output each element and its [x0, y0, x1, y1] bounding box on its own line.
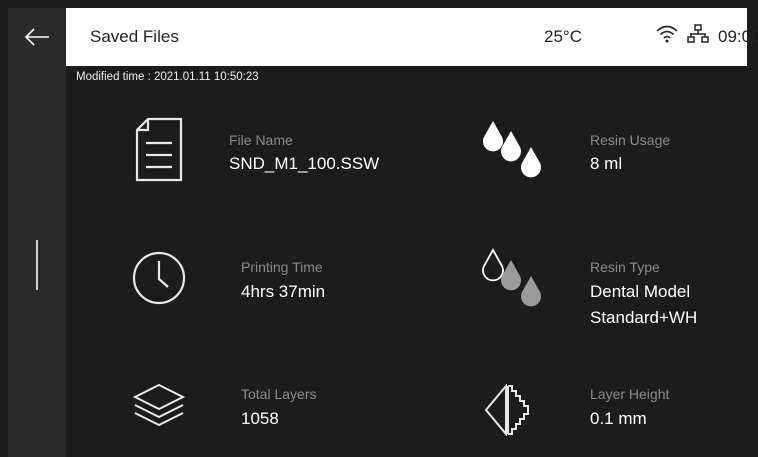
back-button[interactable]	[8, 8, 66, 66]
resin-type-drops-icon	[482, 248, 541, 307]
file-name-value: SND_M1_100.SSW	[229, 154, 380, 173]
page-title: Saved Files	[90, 27, 179, 46]
resin-type-line2: Standard+WH	[590, 308, 698, 327]
layer-height-value: 0.1 mm	[590, 409, 647, 428]
layer-height-icon	[484, 384, 529, 436]
scroll-indicator[interactable]	[36, 240, 38, 290]
top-bar: Saved Files 25°C 09:00	[66, 8, 758, 66]
printing-time-value: 4hrs 37min	[241, 282, 326, 301]
layer-height-label: Layer Height	[590, 386, 670, 402]
clock-icon	[132, 251, 186, 305]
resin-drops-icon	[483, 121, 541, 178]
resin-type-label: Resin Type	[590, 259, 660, 275]
total-layers-value: 1058	[241, 409, 279, 428]
printing-time-label: Printing Time	[241, 259, 323, 275]
resin-usage-label: Resin Usage	[590, 132, 671, 148]
total-layers-label: Total Layers	[241, 386, 317, 402]
resin-type-line1: Dental Model	[590, 282, 691, 301]
back-arrow-icon	[24, 28, 49, 46]
side-panel	[8, 66, 66, 457]
wifi-icon	[656, 25, 678, 43]
modified-time: Modified time : 2021.01.11 10:50:23	[76, 71, 259, 83]
network-icon	[687, 24, 709, 43]
resin-usage-value: 8 ml	[590, 154, 623, 173]
file-name-label: File Name	[229, 132, 293, 148]
document-icon	[135, 117, 183, 182]
layers-icon	[132, 383, 186, 427]
temperature-readout: 25°C	[544, 27, 582, 46]
clock-readout: 09:00	[718, 27, 758, 46]
